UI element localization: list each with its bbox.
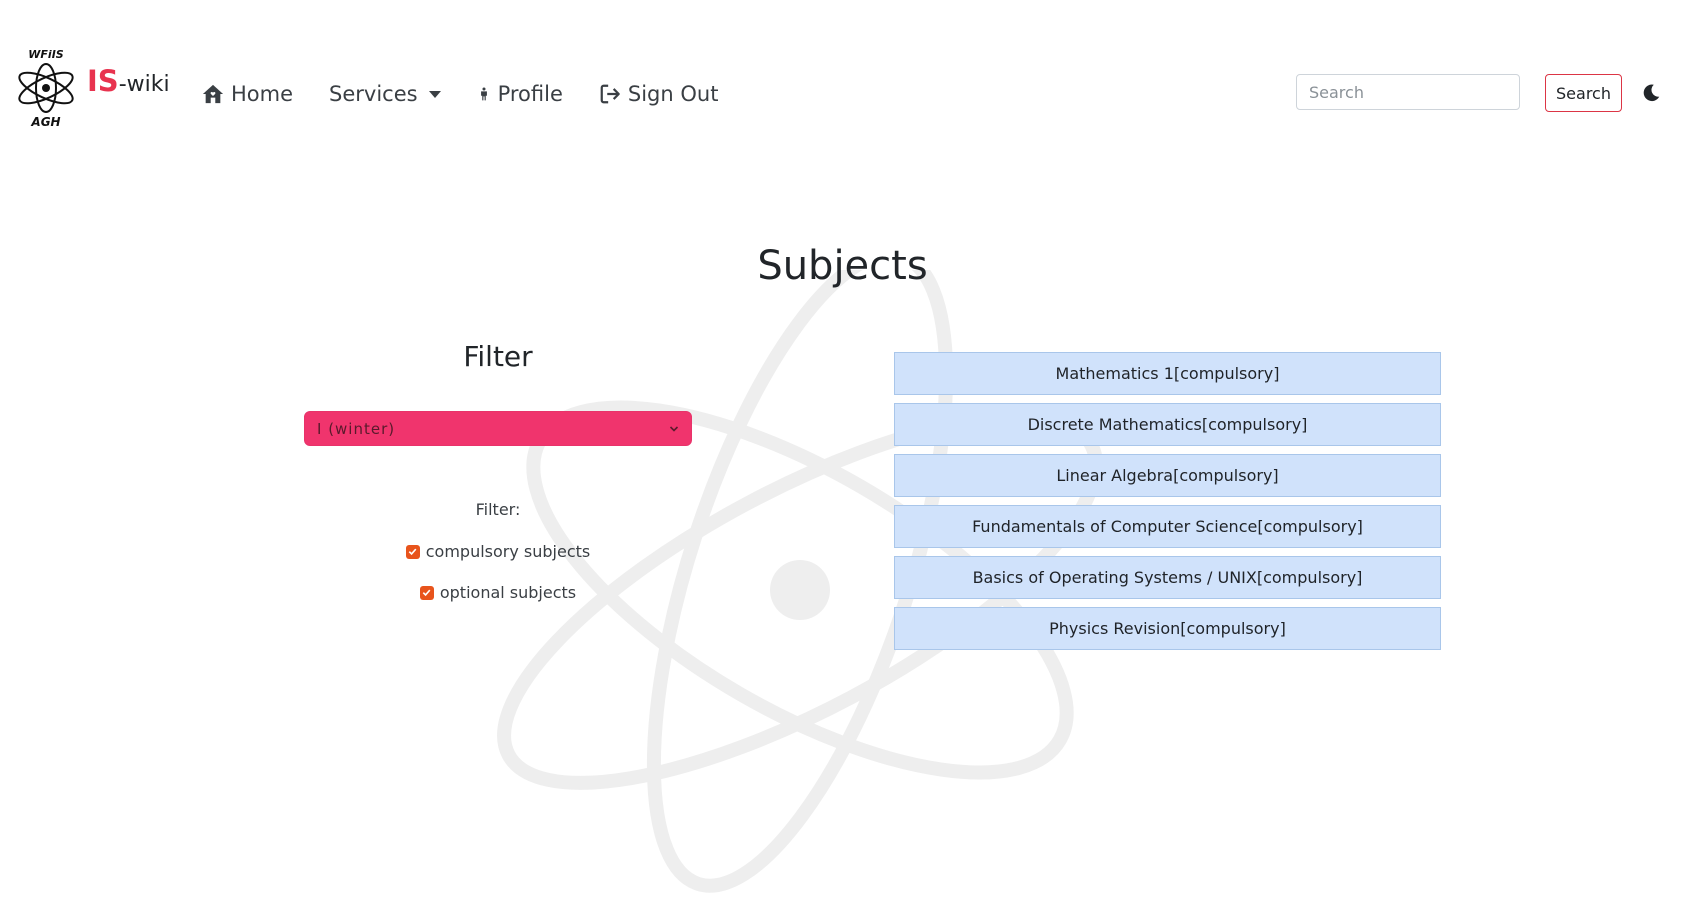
nav-profile-link[interactable]: Profile (477, 82, 563, 106)
moon-icon (1643, 84, 1660, 102)
home-icon (202, 84, 224, 104)
svg-text:AGH: AGH (30, 115, 60, 129)
subject-item[interactable]: Discrete Mathematics[compulsory] (894, 403, 1441, 446)
subject-item[interactable]: Linear Algebra[compulsory] (894, 454, 1441, 497)
subject-item[interactable]: Mathematics 1[compulsory] (894, 352, 1441, 395)
brand-wiki-text: -wiki (118, 72, 170, 97)
nav-home-label: Home (231, 82, 294, 106)
compulsory-subjects-option[interactable]: compulsory subjects (304, 542, 692, 561)
optional-subjects-label: optional subjects (439, 583, 577, 602)
brand-link[interactable]: WFiIS AGH IS-wiki (14, 46, 170, 130)
nav-home-link[interactable]: Home (202, 82, 293, 106)
chevron-down-icon (669, 425, 679, 432)
semester-select-value: I (winter) (317, 419, 396, 438)
brand-title: IS-wiki (87, 64, 170, 102)
theme-toggle-button[interactable] (1640, 82, 1662, 104)
page-title: Subjects (757, 243, 928, 289)
optional-subjects-option[interactable]: optional subjects (304, 583, 692, 602)
wfiis-agh-logo-icon: WFiIS AGH (18, 48, 74, 129)
optional-subjects-checkbox[interactable] (419, 585, 434, 600)
chevron-down-icon (428, 90, 441, 98)
filter-label: Filter: (475, 500, 521, 519)
subject-item[interactable]: Physics Revision[compulsory] (894, 607, 1441, 650)
subject-list: Mathematics 1[compulsory] Discrete Mathe… (894, 352, 1441, 658)
semester-select[interactable]: I (winter) (304, 411, 692, 446)
nav-services-label: Services (329, 82, 418, 106)
nav-services-dropdown[interactable]: Services (329, 82, 441, 106)
navbar: WFiIS AGH IS-wiki Home Services Profile … (0, 0, 1685, 185)
nav-sign-out-link[interactable]: Sign Out (599, 82, 719, 106)
search-button[interactable]: Search (1545, 74, 1622, 112)
subject-item[interactable]: Fundamentals of Computer Science[compuls… (894, 505, 1441, 548)
compulsory-subjects-label: compulsory subjects (425, 542, 591, 561)
checkmark-icon (408, 548, 417, 556)
brand-is-text: IS (87, 64, 119, 98)
checkmark-icon (423, 589, 431, 597)
compulsory-subjects-checkbox[interactable] (405, 544, 420, 559)
search-input[interactable] (1296, 74, 1520, 110)
nav-profile-label: Profile (497, 82, 563, 106)
person-icon (480, 87, 487, 101)
subject-item[interactable]: Basics of Operating Systems / UNIX[compu… (894, 556, 1441, 599)
nav-sign-out-label: Sign Out (627, 82, 719, 106)
page: WFiIS AGH IS-wiki Home Services Profile … (0, 0, 1685, 904)
nav-links: Home Services Profile Sign Out (202, 74, 754, 114)
filter-title: Filter (463, 340, 533, 373)
sign-out-icon (600, 84, 620, 104)
svg-text:WFiIS: WFiIS (28, 48, 64, 61)
